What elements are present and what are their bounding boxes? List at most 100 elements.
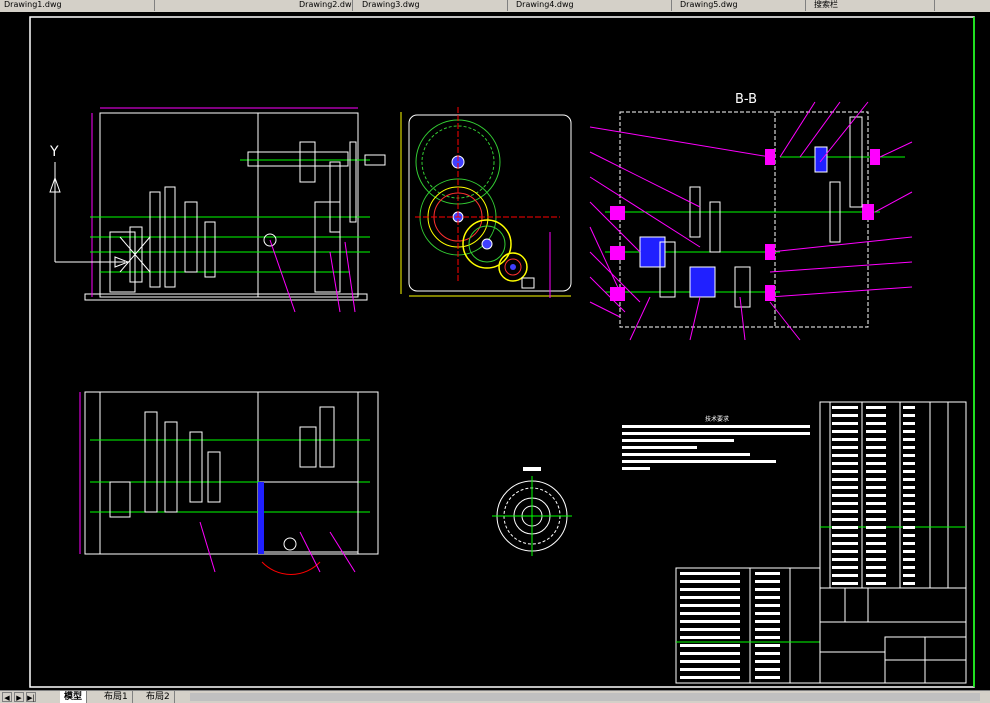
table-cell <box>866 430 886 433</box>
table-cell <box>832 462 858 465</box>
table-cell <box>832 518 858 521</box>
table-cell <box>866 526 886 529</box>
table-cell <box>866 438 886 441</box>
document-tab-1[interactable]: Drawing1.dwg <box>0 0 155 11</box>
table-cell <box>903 574 915 577</box>
table-cell <box>866 470 886 473</box>
table-cell <box>680 580 740 583</box>
table-cell <box>680 660 740 663</box>
table-cell <box>903 550 915 553</box>
table-cell <box>866 406 886 409</box>
table-cell <box>903 518 915 521</box>
layout-tab-bar: ◀ ▶ ▶| 模型 布局1 布局2 <box>0 690 990 703</box>
table-cell <box>680 628 740 631</box>
section-label: B-B <box>735 92 757 107</box>
table-cell <box>832 494 858 497</box>
document-tab-4[interactable]: Drawing4.dwg <box>512 0 672 11</box>
table-cell <box>903 582 915 585</box>
table-cell <box>680 644 740 647</box>
table-cell <box>866 502 886 505</box>
horizontal-scrollbar[interactable] <box>190 693 980 701</box>
table-cell <box>903 406 915 409</box>
prev-layout-button[interactable]: ▶ <box>14 692 24 702</box>
section-view-bb: B-B <box>589 92 913 341</box>
table-cell <box>866 446 886 449</box>
table-cell <box>755 620 780 623</box>
table-cell <box>832 430 858 433</box>
table-cell <box>903 494 915 497</box>
table-cell <box>680 612 740 615</box>
table-cell <box>903 454 915 457</box>
table-cell <box>680 604 740 607</box>
table-cell <box>832 502 858 505</box>
table-cell <box>680 652 740 655</box>
tab-layout2[interactable]: 布局2 <box>142 691 175 703</box>
table-cell <box>832 582 858 585</box>
table-cell <box>866 462 886 465</box>
next-layout-button[interactable]: ▶| <box>26 692 36 702</box>
table-cell <box>755 676 780 679</box>
tech-req-title: 技术要求 <box>705 415 729 423</box>
table-cell <box>866 454 886 457</box>
table-cell <box>866 574 886 577</box>
table-cell <box>832 526 858 529</box>
table-cell <box>903 422 915 425</box>
table-cell <box>832 438 858 441</box>
parts-list <box>675 401 967 684</box>
table-cell <box>866 542 886 545</box>
table-cell <box>680 572 740 575</box>
table-cell <box>866 582 886 585</box>
table-cell <box>903 462 915 465</box>
table-cell <box>903 534 915 537</box>
table-cell <box>903 558 915 561</box>
table-cell <box>680 588 740 591</box>
table-cell <box>903 478 915 481</box>
table-cell <box>755 588 780 591</box>
table-cell <box>903 446 915 449</box>
table-cell <box>866 518 886 521</box>
table-cell <box>832 470 858 473</box>
table-cell <box>866 534 886 537</box>
table-cell <box>903 470 915 473</box>
table-cell <box>832 422 858 425</box>
table-cell <box>903 430 915 433</box>
table-cell <box>755 580 780 583</box>
table-cell <box>832 446 858 449</box>
front-view: Y <box>49 107 386 313</box>
table-cell <box>903 510 915 513</box>
table-cell <box>866 414 886 417</box>
table-cell <box>866 486 886 489</box>
table-cell <box>832 542 858 545</box>
flange-view <box>492 467 572 556</box>
technical-requirements: 技术要求 <box>622 415 810 470</box>
tab-layout1[interactable]: 布局1 <box>100 691 133 703</box>
table-cell <box>680 676 740 679</box>
table-cell <box>680 668 740 671</box>
table-cell <box>680 620 740 623</box>
table-cell <box>832 454 858 457</box>
document-tab-2[interactable]: Drawing2.dwg <box>295 0 353 11</box>
table-cell <box>866 422 886 425</box>
table-cell <box>832 558 858 561</box>
table-cell <box>866 478 886 481</box>
document-tab-3[interactable]: Drawing3.dwg <box>358 0 508 11</box>
document-tab-5[interactable]: Drawing5.dwg <box>676 0 806 11</box>
table-cell <box>680 596 740 599</box>
tab-model[interactable]: 模型 <box>60 691 88 703</box>
outer-frame <box>29 16 975 688</box>
table-cell <box>903 438 915 441</box>
table-cell <box>755 596 780 599</box>
table-cell <box>832 478 858 481</box>
gear-side-view <box>400 107 572 298</box>
first-layout-button[interactable]: ◀ <box>2 692 12 702</box>
table-cell <box>903 526 915 529</box>
table-cell <box>832 510 858 513</box>
table-cell <box>832 574 858 577</box>
table-cell <box>903 486 915 489</box>
drawing-canvas[interactable]: Y B-B 技术要求 <box>0 12 990 690</box>
table-cell <box>755 572 780 575</box>
search-tab[interactable]: 搜索栏 <box>810 0 935 11</box>
table-cell <box>832 486 858 489</box>
table-cell <box>866 558 886 561</box>
table-cell <box>903 502 915 505</box>
